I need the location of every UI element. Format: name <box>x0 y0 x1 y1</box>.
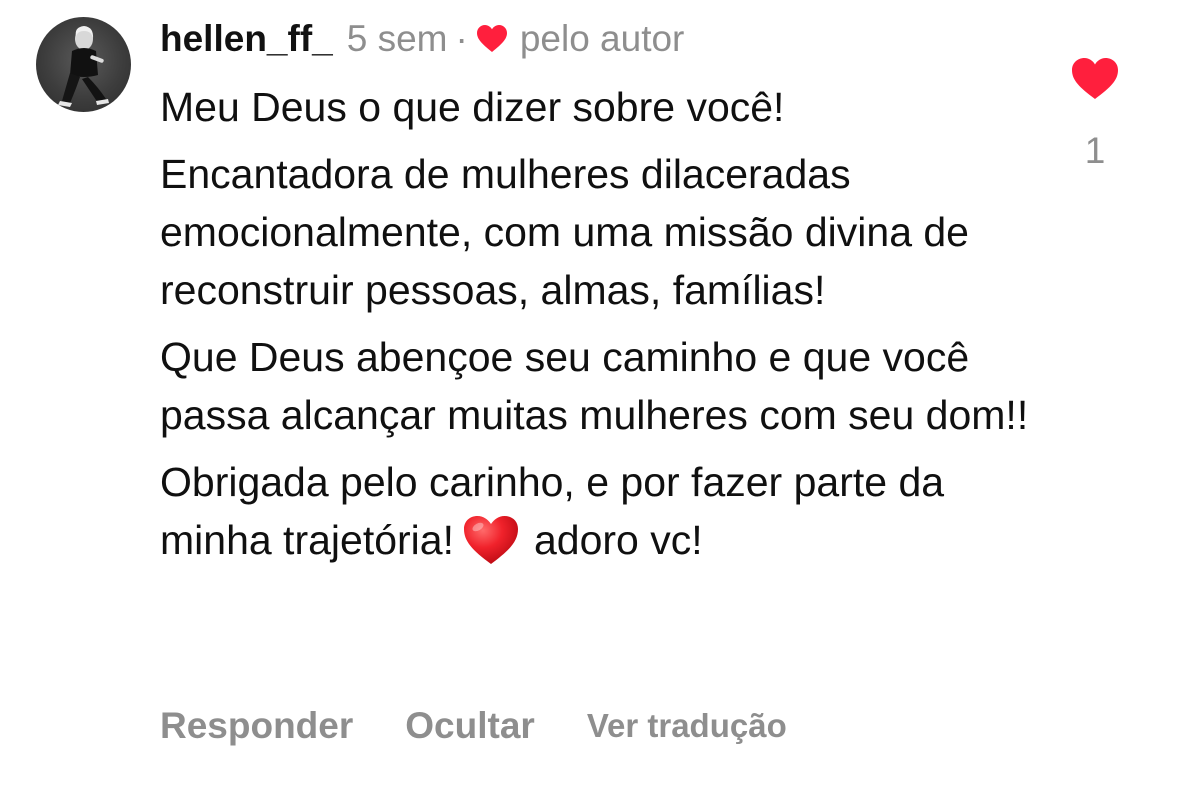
avatar[interactable] <box>36 17 131 112</box>
comment-card: hellen_ff_ 5 sem · pelo autor Meu Deus o… <box>0 0 1179 785</box>
comment-text: Meu Deus o que dizer sobre você! Encanta… <box>160 78 1040 578</box>
hide-button[interactable]: Ocultar <box>405 705 535 747</box>
red-heart-emoji-icon <box>463 516 518 564</box>
liked-by-author-label: pelo autor <box>519 18 685 59</box>
author-like-heart-icon <box>476 25 507 52</box>
comment-paragraph-last: Obrigada pelo carinho, e por fazer parte… <box>160 453 1040 569</box>
reply-button[interactable]: Responder <box>160 705 353 747</box>
username[interactable]: hellen_ff_ <box>160 18 333 60</box>
comment-paragraph: Meu Deus o que dizer sobre você! <box>160 84 785 130</box>
comment-actions: Responder Ocultar Ver tradução <box>160 700 787 752</box>
like-heart-icon[interactable] <box>1070 56 1120 102</box>
like-count[interactable]: 1 <box>1078 130 1112 172</box>
see-translation-button[interactable]: Ver tradução <box>587 707 787 745</box>
comment-text-after-emoji: adoro vc! <box>533 517 703 563</box>
comment-time: 5 sem <box>346 18 448 59</box>
comment-paragraph: Que Deus abençoe seu caminho e que você … <box>160 334 1029 438</box>
avatar-photo <box>58 26 109 107</box>
comment-header: hellen_ff_ 5 sem · pelo autor <box>160 14 684 64</box>
separator-dot: · <box>455 18 468 59</box>
comment-paragraph: Encantadora de mulheres dilaceradas emoc… <box>160 151 969 313</box>
